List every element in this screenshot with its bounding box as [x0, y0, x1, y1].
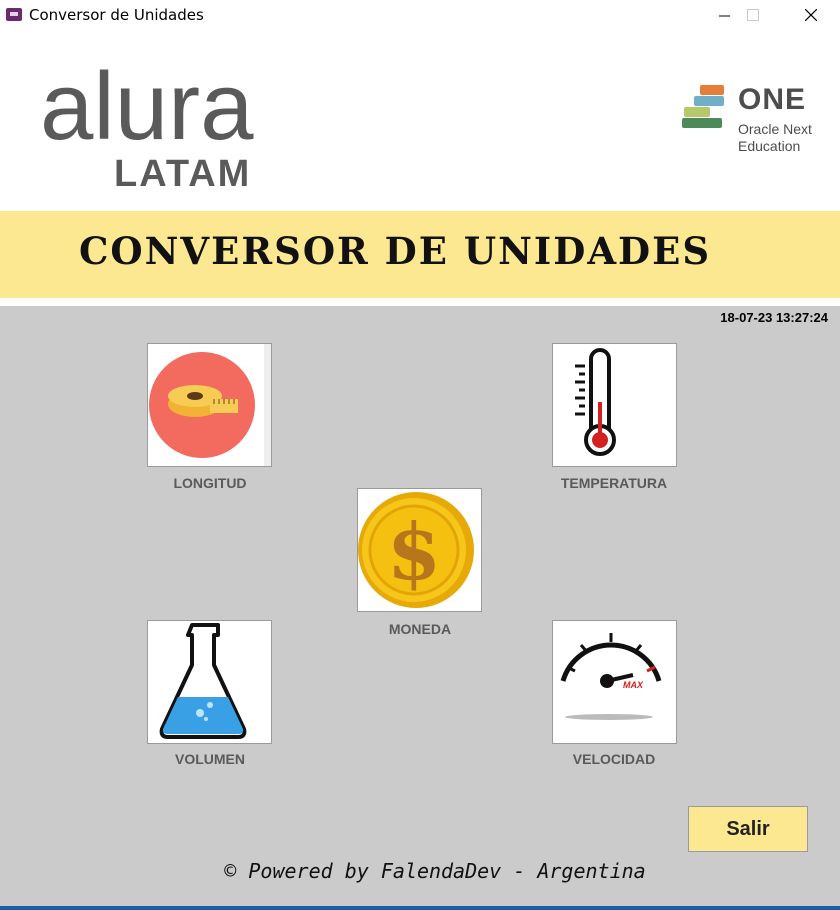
one-subtitle: Oracle Next Education [738, 121, 812, 155]
one-subtitle-line2: Education [738, 138, 801, 154]
measuring-tape-icon [149, 344, 271, 466]
window-titlebar: Conversor de Unidades [0, 0, 840, 31]
app-icon [6, 8, 22, 21]
one-subtitle-line1: Oracle Next [738, 121, 812, 137]
velocidad-label: VELOCIDAD [572, 751, 656, 767]
speedometer-icon: MAX [560, 633, 662, 720]
banner-title: CONVERSOR DE UNIDADES [78, 229, 712, 273]
close-button[interactable] [788, 0, 834, 31]
longitud-label: LONGITUD [173, 475, 247, 491]
volumen-label: VOLUMEN [175, 751, 245, 767]
alura-text: alura [40, 69, 254, 160]
header-logos: alura LATAM ONE Oracle Next Education [0, 31, 840, 211]
svg-text:$: $ [387, 507, 441, 598]
salir-button[interactable]: Salir [688, 806, 808, 852]
taskbar-edge [0, 906, 840, 910]
one-stripes-icon [682, 85, 724, 128]
moneda-button[interactable]: $ [357, 488, 482, 612]
maximize-button[interactable] [730, 0, 776, 31]
divider [0, 298, 840, 306]
velocidad-button[interactable]: MAX [552, 620, 677, 744]
moneda-label: MONEDA [388, 621, 452, 637]
alura-logo: alura LATAM [40, 69, 254, 189]
longitud-button[interactable] [147, 343, 272, 467]
flask-icon [159, 623, 247, 739]
clock-label: 18-07-23 13:27:24 [720, 310, 828, 325]
temperatura-label: TEMPERATURA [560, 475, 668, 491]
footer-credit: © Powered by FalendaDev - Argentina [224, 859, 646, 883]
latam-text: LATAM [114, 153, 251, 189]
maximize-icon [747, 9, 759, 21]
close-icon [805, 9, 817, 21]
title-banner: CONVERSOR DE UNIDADES [0, 211, 840, 298]
thermometer-icon [575, 348, 616, 456]
dollar-coin-icon: $ [358, 492, 474, 608]
window-title: Conversor de Unidades [29, 6, 204, 24]
temperatura-button[interactable] [552, 343, 677, 467]
one-title: ONE [738, 83, 807, 116]
main-panel: 18-07-23 13:27:24 LONGITUD TEMPERATURA $… [0, 306, 840, 906]
one-logo: ONE Oracle Next Education [680, 83, 820, 163]
volumen-button[interactable] [147, 620, 272, 744]
svg-text:MAX: MAX [623, 680, 644, 690]
